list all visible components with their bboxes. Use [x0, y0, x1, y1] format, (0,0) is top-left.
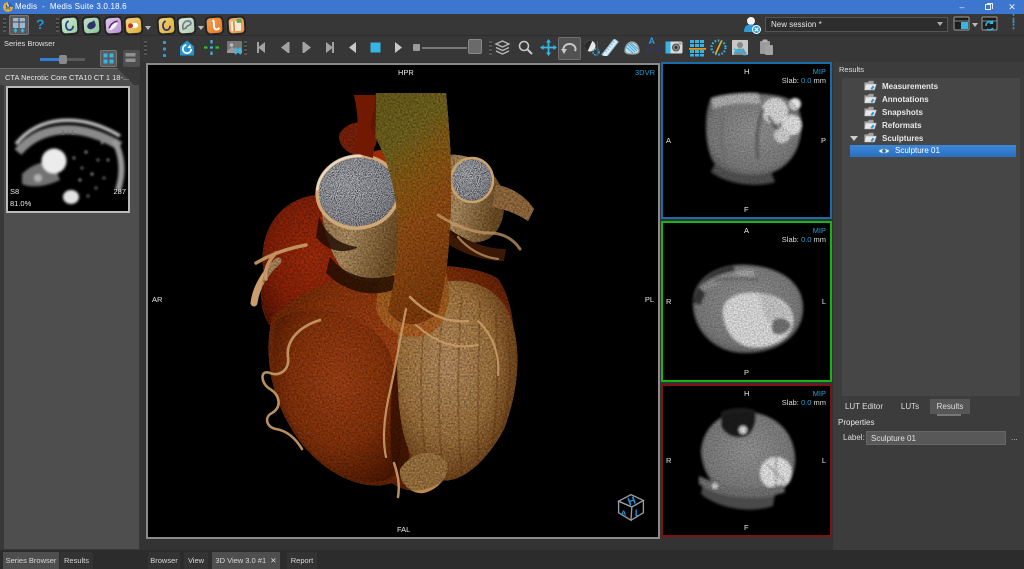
svg-text:M: M: [6, 5, 11, 11]
svg-text:L: L: [635, 508, 641, 518]
svg-text:1 : 1: 1 : 1: [61, 130, 75, 137]
svg-text:287: 287: [113, 187, 126, 196]
svg-text:A: A: [621, 508, 627, 517]
svg-text:81.0%: 81.0%: [10, 199, 32, 208]
svg-text:S8: S8: [10, 187, 19, 196]
